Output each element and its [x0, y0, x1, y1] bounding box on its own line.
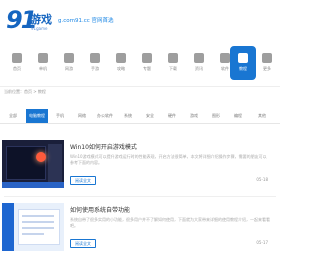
nav-item-label: 下载	[169, 66, 177, 71]
nav-item-label: 更多	[263, 66, 271, 71]
tab-pc-tutorial[interactable]: 电脑教程	[26, 109, 48, 123]
site-header: 91 游戏 91game g.com91.cc 官网首选	[0, 0, 280, 42]
tab-network[interactable]: 网络	[72, 109, 92, 123]
thumbnail-line	[22, 215, 54, 217]
tab-game[interactable]: 游戏	[184, 109, 204, 123]
read-more-button[interactable]: 阅读全文	[70, 239, 96, 248]
read-more-button[interactable]: 阅读全文	[70, 176, 96, 185]
star-icon	[142, 53, 152, 63]
app-icon	[220, 53, 230, 63]
nav-item-download[interactable]: 下载	[160, 46, 186, 80]
article-item: 如何使用系统自带功能 系统自带了很多实用的小功能，很多用户并不了解如何使用，下面…	[0, 203, 280, 260]
article-divider	[4, 196, 276, 197]
article-item: Win10如何开启游戏模式 Win10游戏模式可以提升游戏运行时的性能表现，开启…	[0, 140, 280, 200]
nav-item-online[interactable]: 网游	[56, 46, 82, 80]
article-thumbnail[interactable]	[2, 203, 64, 251]
book-icon	[116, 53, 126, 63]
tab-hardware[interactable]: 硬件	[162, 109, 182, 123]
article-description: 系统自带了很多实用的小功能，很多用户并不了解如何使用，下面就为大家带来详细的使用…	[70, 217, 270, 228]
nav-item-label: 单机	[39, 66, 47, 71]
thumbnail-glow	[36, 152, 46, 162]
nav-item-home[interactable]: 首页	[4, 46, 30, 80]
nav-item-guide[interactable]: 攻略	[108, 46, 134, 80]
globe-icon	[64, 53, 74, 63]
tab-programming[interactable]: 编程	[228, 109, 248, 123]
nav-item-topic[interactable]: 专题	[134, 46, 160, 80]
breadcrumb: 当前位置：首页 > 教程	[4, 89, 46, 94]
article-description: Win10游戏模式可以提升游戏运行时的性能表现，开启方法很简单，本文将详细介绍操…	[70, 154, 267, 165]
nav-item-tutorial[interactable]: 教程	[230, 46, 256, 80]
article-title[interactable]: Win10如何开启游戏模式	[70, 142, 137, 151]
site-slogan: g.com91.cc 官网首选	[58, 18, 114, 24]
category-tabs: 全部 电脑教程 手机 网络 办公软件 系统 安全 硬件 游戏 图形 编程 其他	[0, 108, 280, 124]
nav-item-more[interactable]: 更多	[256, 46, 278, 80]
nav-item-label: 专题	[143, 66, 151, 71]
tab-office[interactable]: 办公软件	[94, 109, 116, 123]
site-logo[interactable]: 91 游戏 91game	[6, 6, 54, 36]
thumbnail-sidebar	[2, 203, 14, 251]
nav-item-label: 首页	[13, 66, 21, 71]
article-thumbnail[interactable]	[2, 140, 64, 188]
thumbnail-taskbar	[2, 182, 64, 188]
main-nav: 首页 单机 网游 手游 攻略 专题 下载 资讯 软件 教程 更多	[0, 44, 280, 82]
article-date: 05-18	[256, 177, 268, 182]
nav-item-label: 攻略	[117, 66, 125, 71]
gamepad-icon	[38, 53, 48, 63]
tutorial-icon	[238, 53, 248, 63]
nav-item-mobile[interactable]: 手游	[82, 46, 108, 80]
tab-system[interactable]: 系统	[118, 109, 138, 123]
logo-text: 游戏	[30, 13, 52, 26]
tab-other[interactable]: 其他	[250, 109, 274, 123]
tab-all[interactable]: 全部	[2, 109, 24, 123]
news-icon	[194, 53, 204, 63]
tab-graphics[interactable]: 图形	[206, 109, 226, 123]
article-title[interactable]: 如何使用系统自带功能	[70, 205, 130, 214]
nav-item-label: 手游	[91, 66, 99, 71]
thumbnail-line	[22, 227, 54, 229]
header-divider	[0, 86, 280, 87]
tab-security[interactable]: 安全	[140, 109, 160, 123]
nav-item-label: 网游	[65, 66, 73, 71]
tab-mobile[interactable]: 手机	[50, 109, 70, 123]
logo-subtext: 91game	[31, 26, 48, 31]
download-icon	[168, 53, 178, 63]
more-icon	[262, 53, 272, 63]
thumbnail-line	[22, 221, 54, 223]
thumbnail-line	[22, 233, 44, 235]
nav-item-single[interactable]: 单机	[30, 46, 56, 80]
thumbnail-panel	[48, 144, 62, 182]
nav-item-news[interactable]: 资讯	[186, 46, 212, 80]
nav-item-label: 教程	[239, 66, 247, 71]
home-icon	[12, 53, 22, 63]
phone-icon	[90, 53, 100, 63]
article-date: 05-17	[256, 240, 268, 245]
nav-item-label: 资讯	[195, 66, 203, 71]
